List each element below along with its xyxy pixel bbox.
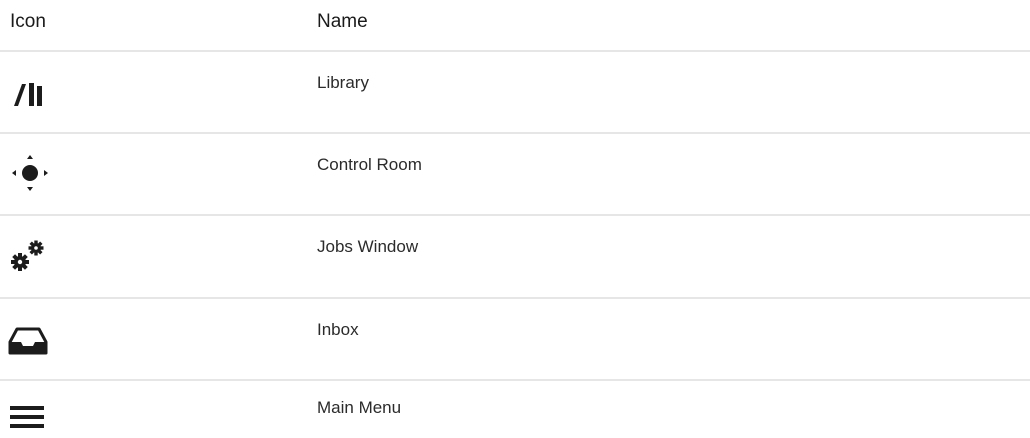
row-name-inbox: Inbox bbox=[317, 320, 359, 339]
header-name-column: Name bbox=[317, 11, 368, 32]
jobs-window-icon bbox=[8, 236, 48, 276]
control-room-icon bbox=[8, 154, 48, 194]
row-name-library: Library bbox=[317, 73, 369, 92]
library-icon bbox=[8, 74, 48, 114]
row-name-control-room: Control Room bbox=[317, 155, 422, 174]
header-icon-column: Icon bbox=[10, 11, 46, 32]
inbox-icon bbox=[8, 321, 48, 361]
table-row: Library bbox=[0, 52, 1030, 134]
table-row: Main Menu bbox=[0, 381, 1030, 437]
table-row: Jobs Window bbox=[0, 216, 1030, 299]
main-menu-icon bbox=[8, 398, 48, 438]
table-row: Inbox bbox=[0, 299, 1030, 381]
row-name-main-menu: Main Menu bbox=[317, 398, 402, 417]
icon-reference-table: Icon Name Library Control Room Jobs Wind… bbox=[0, 0, 1030, 437]
table-header: Icon Name bbox=[0, 0, 1030, 52]
table-row: Control Room bbox=[0, 134, 1030, 216]
row-name-jobs-window: Jobs Window bbox=[317, 237, 419, 256]
